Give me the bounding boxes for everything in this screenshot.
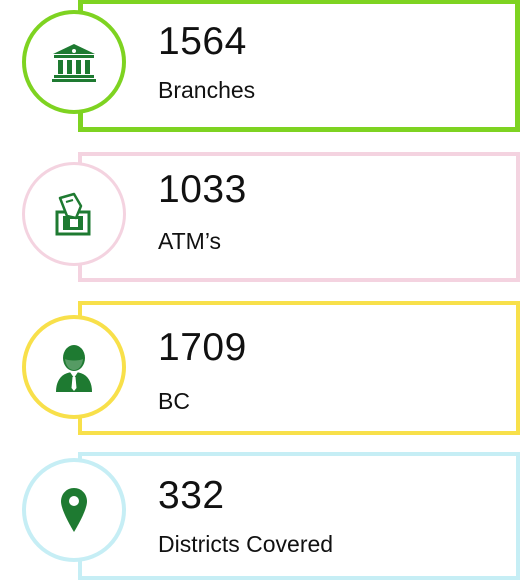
stat-icon-circle xyxy=(22,10,126,114)
stat-label: BC xyxy=(158,388,190,414)
stat-card-atms: 1033 ATM’s xyxy=(0,152,524,282)
stat-label: ATM’s xyxy=(158,228,222,254)
bank-icon xyxy=(52,44,96,82)
stat-card-branches: 1564 Branches xyxy=(0,0,524,132)
stat-value: 1033 xyxy=(158,168,247,211)
stat-value: 1564 xyxy=(158,20,247,63)
stat-icon-circle xyxy=(22,315,126,419)
stat-label: Districts Covered xyxy=(158,531,334,557)
stat-value: 332 xyxy=(158,474,225,517)
stat-value: 1709 xyxy=(158,326,247,369)
stat-label: Branches xyxy=(158,77,256,103)
stat-card-districts: 332 Districts Covered xyxy=(0,452,524,580)
stat-card-bc: 1709 BC xyxy=(0,301,524,435)
stat-card-frame xyxy=(78,452,520,580)
stat-icon-circle xyxy=(22,458,126,562)
stat-card-frame xyxy=(78,0,520,132)
stat-card-frame xyxy=(78,152,520,282)
atm-card-icon xyxy=(55,192,91,236)
stat-card-frame xyxy=(78,301,520,435)
map-pin-icon xyxy=(61,488,87,532)
person-icon xyxy=(56,345,92,392)
stat-icon-circle xyxy=(22,162,126,266)
